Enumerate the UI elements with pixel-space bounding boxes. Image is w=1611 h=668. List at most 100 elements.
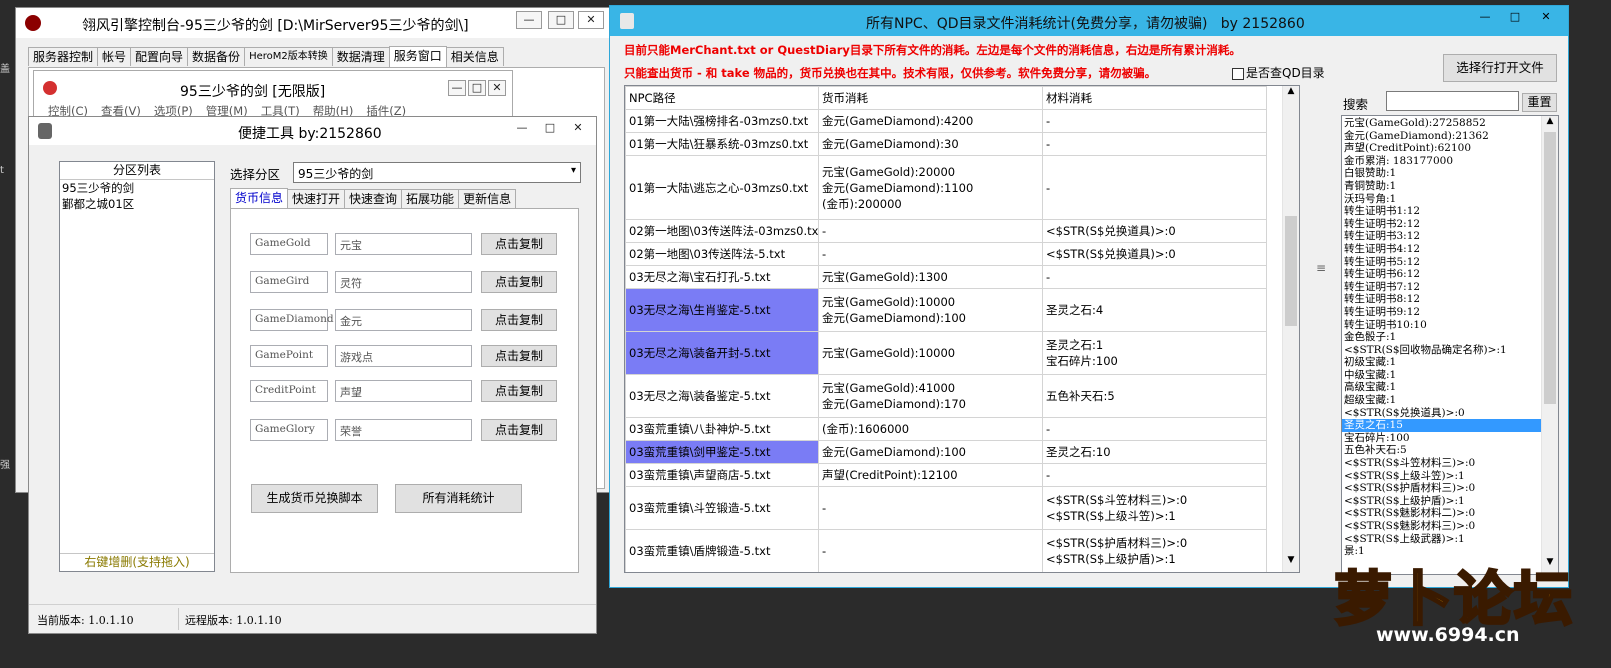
- totals-item[interactable]: 转生证明书4:12: [1342, 243, 1541, 256]
- totals-item[interactable]: 转生证明书8:12: [1342, 293, 1541, 306]
- partition-item[interactable]: 鄞都之城01区: [60, 196, 214, 212]
- column-header[interactable]: 材料消耗: [1042, 86, 1267, 110]
- totals-item[interactable]: <$STR(S$上级斗笠)>:1: [1342, 470, 1541, 483]
- npc-path-cell[interactable]: 03蛮荒重镇\八卦神炉-5.txt: [625, 417, 819, 441]
- generate-script-button[interactable]: 生成货币兑换脚本: [251, 484, 378, 513]
- npc-path-cell[interactable]: 03蛮荒重镇\盾牌锻造-5.txt: [625, 529, 819, 572]
- server-minimize-button[interactable]: —: [448, 80, 466, 96]
- totals-item[interactable]: 金元(GameDiamond):21362: [1342, 130, 1541, 143]
- grid-row[interactable]: 03蛮荒重镇\八卦神炉-5.txt (金币):1606000-: [625, 417, 1267, 441]
- material-cost-cell[interactable]: 圣灵之石:4: [1042, 288, 1267, 332]
- close-button[interactable]: ✕: [578, 11, 604, 29]
- scroll-up-arrow[interactable]: ▲: [1283, 86, 1299, 103]
- currency-name-field[interactable]: 金元: [335, 309, 472, 331]
- tools-minimize-button[interactable]: —: [509, 120, 535, 138]
- server-close-button[interactable]: ✕: [488, 80, 506, 96]
- tab-extensions[interactable]: 拓展功能: [401, 189, 460, 208]
- reset-button[interactable]: 重置: [1522, 93, 1557, 112]
- tab-update-info[interactable]: 更新信息: [458, 189, 517, 208]
- tab-quick-query[interactable]: 快速查询: [344, 189, 403, 208]
- minimize-button[interactable]: —: [516, 11, 542, 29]
- material-cost-cell[interactable]: <$STR(S$兑换道具)>:0: [1042, 242, 1267, 266]
- column-header[interactable]: 货币消耗: [818, 86, 1043, 110]
- scroll-up-arrow[interactable]: ▲: [1542, 116, 1558, 133]
- totals-item[interactable]: 转生证明书1:12: [1342, 205, 1541, 218]
- totals-item[interactable]: <$STR(S$斗笠材料三)>:0: [1342, 457, 1541, 470]
- material-cost-cell[interactable]: 圣灵之石:10: [1042, 440, 1267, 464]
- copy-button[interactable]: 点击复制: [481, 419, 557, 441]
- grid-row[interactable]: 03无尽之海\装备鉴定-5.txt 元宝(GameGold):41000 金元(G…: [625, 374, 1267, 418]
- open-file-button[interactable]: 选择行打开文件: [1443, 54, 1557, 82]
- totals-item[interactable]: <$STR(S$回收物品确定名称)>:1: [1342, 344, 1541, 357]
- grid-scroll-thumb[interactable]: [1285, 216, 1297, 326]
- money-cost-cell[interactable]: 元宝(GameGold):1300: [818, 265, 1043, 289]
- material-cost-cell[interactable]: <$STR(S$兑换道具)>:0: [1042, 219, 1267, 243]
- money-cost-cell[interactable]: (金币):1606000: [818, 417, 1043, 441]
- totals-item[interactable]: 白银赞助:1: [1342, 167, 1541, 180]
- totals-item[interactable]: 声望(CreditPoint):62100: [1342, 142, 1541, 155]
- totals-item[interactable]: <$STR(S$兑换道具)>:0: [1342, 407, 1541, 420]
- currency-name-field[interactable]: 游戏点: [335, 345, 472, 367]
- currency-code-field[interactable]: CreditPoint: [250, 380, 328, 402]
- npc-path-cell[interactable]: 03蛮荒重镇\装备加星-5.txt: [626, 573, 819, 574]
- tab-herom2-convert[interactable]: HeroM2版本转换: [244, 47, 333, 66]
- money-cost-cell[interactable]: 声望(CreditPoint):12100: [818, 463, 1043, 487]
- currency-name-field[interactable]: 元宝: [335, 233, 472, 255]
- search-input[interactable]: [1386, 91, 1519, 111]
- money-cost-cell[interactable]: 金元(GameDiamond):30: [818, 132, 1043, 156]
- tab-related-info[interactable]: 相关信息: [445, 47, 504, 66]
- stats-maximize-button[interactable]: □: [1502, 9, 1528, 27]
- npc-path-cell[interactable]: 03无尽之海\宝石打孔-5.txt: [625, 265, 819, 289]
- tab-account[interactable]: 帐号: [97, 47, 132, 66]
- money-cost-cell[interactable]: -: [818, 486, 1043, 530]
- tools-maximize-button[interactable]: □: [537, 120, 563, 138]
- money-cost-cell[interactable]: -: [818, 219, 1043, 243]
- totals-item[interactable]: <$STR(S$上级护盾)>:1: [1342, 495, 1541, 508]
- totals-item[interactable]: 中级宝藏:1: [1342, 369, 1541, 382]
- totals-item[interactable]: 沃玛号角:1: [1342, 193, 1541, 206]
- checkbox-box[interactable]: [1232, 67, 1244, 80]
- grid-row[interactable]: 03无尽之海\生肖鉴定-5.txt 元宝(GameGold):10000 金元(G…: [625, 288, 1267, 332]
- grid-row[interactable]: 01第一大陆\强榜排名-03mzs0.txt 金元(GameDiamond):42…: [625, 109, 1267, 133]
- totals-scroll-thumb[interactable]: [1544, 132, 1556, 404]
- currency-name-field[interactable]: 灵符: [335, 271, 472, 293]
- stats-minimize-button[interactable]: —: [1472, 9, 1498, 27]
- material-cost-cell[interactable]: -: [1042, 463, 1267, 487]
- totals-item[interactable]: 元宝(GameGold):27258852: [1342, 117, 1541, 130]
- totals-item[interactable]: 金色骰子:1: [1342, 331, 1541, 344]
- money-cost-cell[interactable]: 元宝(GameGold):41000 金元(GameDiamond):170: [818, 374, 1043, 418]
- totals-item[interactable]: 宝石碎片:100: [1342, 432, 1541, 445]
- tab-quick-open[interactable]: 快速打开: [287, 189, 346, 208]
- material-cost-cell[interactable]: -: [1042, 155, 1267, 220]
- money-cost-cell[interactable]: 元宝(GameGold):10000: [818, 331, 1043, 375]
- money-cost-cell[interactable]: -: [818, 529, 1043, 572]
- totals-item[interactable]: 青铜赞助:1: [1342, 180, 1541, 193]
- copy-button[interactable]: 点击复制: [481, 345, 557, 367]
- currency-code-field[interactable]: GamePoint: [250, 345, 328, 367]
- currency-code-field[interactable]: GameGird: [250, 271, 328, 293]
- totals-item[interactable]: 超级宝藏:1: [1342, 394, 1541, 407]
- copy-button[interactable]: 点击复制: [481, 233, 557, 255]
- totals-item[interactable]: 圣灵之石:15: [1342, 419, 1541, 432]
- material-cost-cell[interactable]: <$STR(S$斗笠材料三)>:0 <$STR(S$上级斗笠)>:1: [1042, 486, 1267, 530]
- totals-item[interactable]: 转生证明书5:12: [1342, 256, 1541, 269]
- money-cost-cell[interactable]: 元宝(GameGold):20000 金元(GameDiamond):1100 …: [818, 155, 1043, 220]
- currency-name-field[interactable]: 声望: [335, 380, 472, 402]
- money-cost-cell[interactable]: 金元(GameDiamond):100: [818, 440, 1043, 464]
- totals-item[interactable]: 高级宝藏:1: [1342, 381, 1541, 394]
- totals-item[interactable]: 五色补天石:5: [1342, 444, 1541, 457]
- totals-item[interactable]: 金币累消: 183177000: [1342, 155, 1541, 168]
- grid-row[interactable]: 03无尽之海\宝石打孔-5.txt 元宝(GameGold):1300-: [625, 265, 1267, 289]
- grid-row[interactable]: 01第一大陆\逃忘之心-03mzs0.txt 元宝(GameGold):20000…: [625, 155, 1267, 220]
- splitter-handle[interactable]: ≡: [1316, 261, 1326, 275]
- money-cost-cell[interactable]: -: [818, 242, 1043, 266]
- totals-item[interactable]: 转生证明书6:12: [1342, 268, 1541, 281]
- grid-row[interactable]: 03蛮荒重镇\盾牌锻造-5.txt - <$STR(S$护盾材料三)>:0 <$ST…: [625, 529, 1267, 572]
- tab-server-control[interactable]: 服务器控制: [28, 47, 99, 66]
- totals-item[interactable]: 转生证明书9:12: [1342, 306, 1541, 319]
- tab-data-cleanup[interactable]: 数据清理: [331, 47, 390, 66]
- money-cost-cell[interactable]: 元宝(GameGold):10000 金元(GameDiamond):100: [818, 288, 1043, 332]
- grid-row[interactable]: 01第一大陆\狂暴系统-03mzs0.txt 金元(GameDiamond):30…: [625, 132, 1267, 156]
- npc-path-cell[interactable]: 01第一大陆\逃忘之心-03mzs0.txt: [625, 155, 819, 220]
- server-maximize-button[interactable]: □: [468, 80, 486, 96]
